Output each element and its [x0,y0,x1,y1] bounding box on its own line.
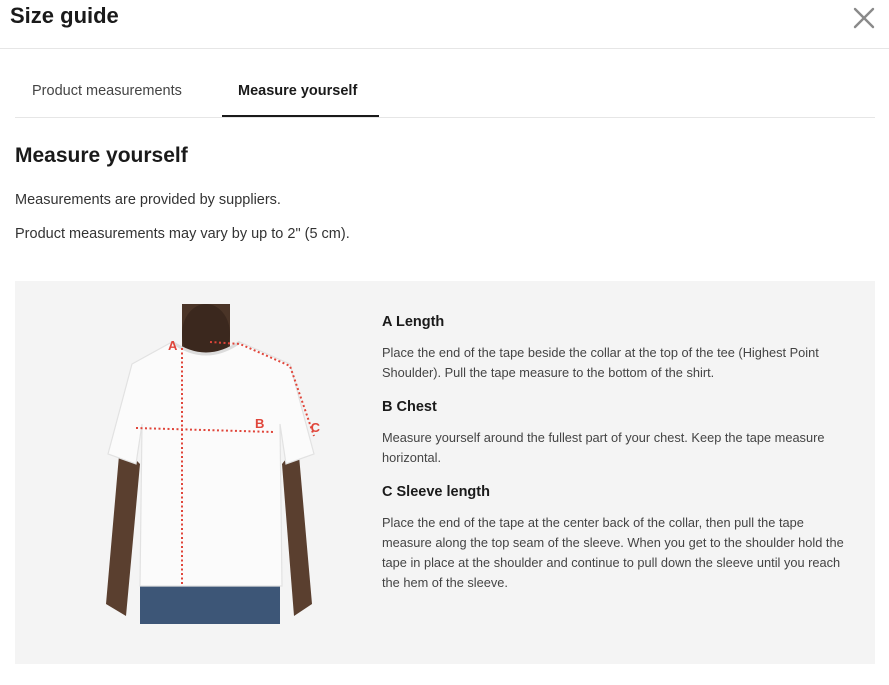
sleeve-text: Place the end of the tape at the center … [382,515,844,590]
section-heading: Measure yourself [15,144,188,167]
length-title: A Length [382,314,445,330]
marker-c: C [311,420,320,435]
chest-title: B Chest [382,399,437,415]
tab-bar: Product measurements Measure yourself [15,72,875,118]
tshirt-measure-figure: A B C [106,304,320,624]
tab-measure-yourself[interactable]: Measure yourself [238,83,357,99]
tab-product-measurements[interactable]: Product measurements [32,83,182,99]
supplier-note: Measurements are provided by suppliers. [15,192,281,208]
modal-header: Size guide [0,0,889,49]
marker-a: A [168,338,178,353]
measurement-descriptions: A Length Place the end of the tape besid… [382,314,852,609]
measure-panel: A B C A Length Place the end of the tape… [15,281,875,664]
sleeve-title: C Sleeve length [382,484,490,500]
modal-title: Size guide [10,3,119,28]
length-text: Place the end of the tape beside the col… [382,345,819,380]
model-right-arm [282,444,312,616]
model-left-arm [106,444,140,616]
marker-b: B [255,416,264,431]
chest-text: Measure yourself around the fullest part… [382,430,825,465]
variance-note: Product measurements may vary by up to 2… [15,226,350,242]
active-tab-indicator [222,115,379,117]
close-icon[interactable] [851,5,877,31]
